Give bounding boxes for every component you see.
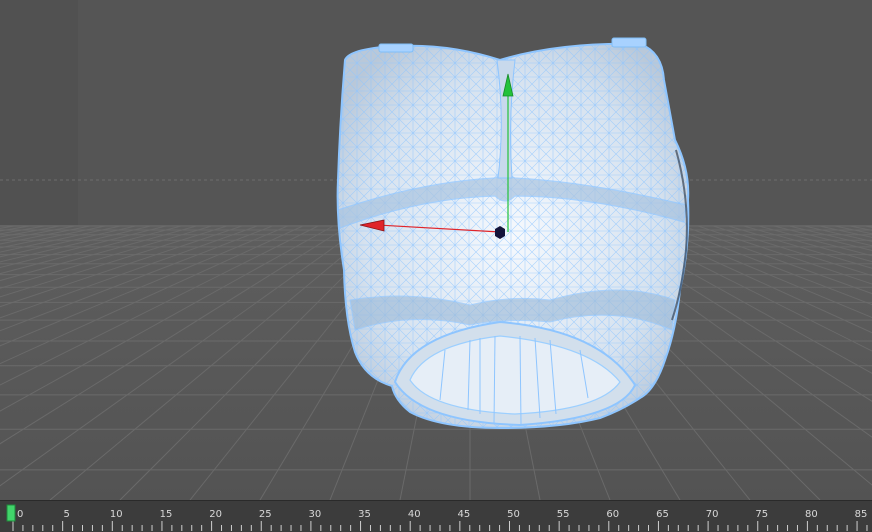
timeline-tick-label: 85	[855, 509, 868, 520]
timeline-tick-label: 70	[706, 509, 719, 520]
timeline-tick-label: 50	[507, 509, 520, 520]
timeline-tick-label: 40	[408, 509, 421, 520]
timeline-tick-label: 75	[755, 509, 768, 520]
timeline-tick-label: 80	[805, 509, 818, 520]
timeline-tick-label: 10	[110, 509, 123, 520]
mesh-top-tab-right	[611, 37, 647, 48]
timeline-background	[0, 501, 872, 532]
timeline-tick-label: 65	[656, 509, 669, 520]
timeline-tick-label: 25	[259, 509, 272, 520]
timeline-playhead[interactable]	[6, 504, 16, 522]
mesh-object[interactable]	[330, 37, 700, 440]
timeline-tick-label: 15	[160, 509, 173, 520]
timeline-tick-label: 60	[606, 509, 619, 520]
timeline-tick-label: 5	[63, 509, 69, 520]
timeline-tick-label: 30	[309, 509, 322, 520]
timeline-tick-label: 35	[358, 509, 371, 520]
mesh-top-tab-left	[378, 43, 414, 53]
timeline-tick-label: 0	[17, 509, 23, 520]
timeline-tick-label: 20	[209, 509, 222, 520]
viewport-scene[interactable]	[0, 0, 872, 500]
timeline-ruler[interactable]: 0 5 10 15 20 25 30 35 40 45 50 55 60 65 70 75 80 85	[0, 500, 872, 532]
timeline-tick-label: 55	[557, 509, 570, 520]
timeline-scale[interactable]: 0 5 10 15 20 25 30 35 40 45 50 55 60 65 70 75 80 85	[0, 501, 872, 532]
timeline-tick-label: 45	[457, 509, 470, 520]
3d-viewport[interactable]	[0, 0, 872, 500]
